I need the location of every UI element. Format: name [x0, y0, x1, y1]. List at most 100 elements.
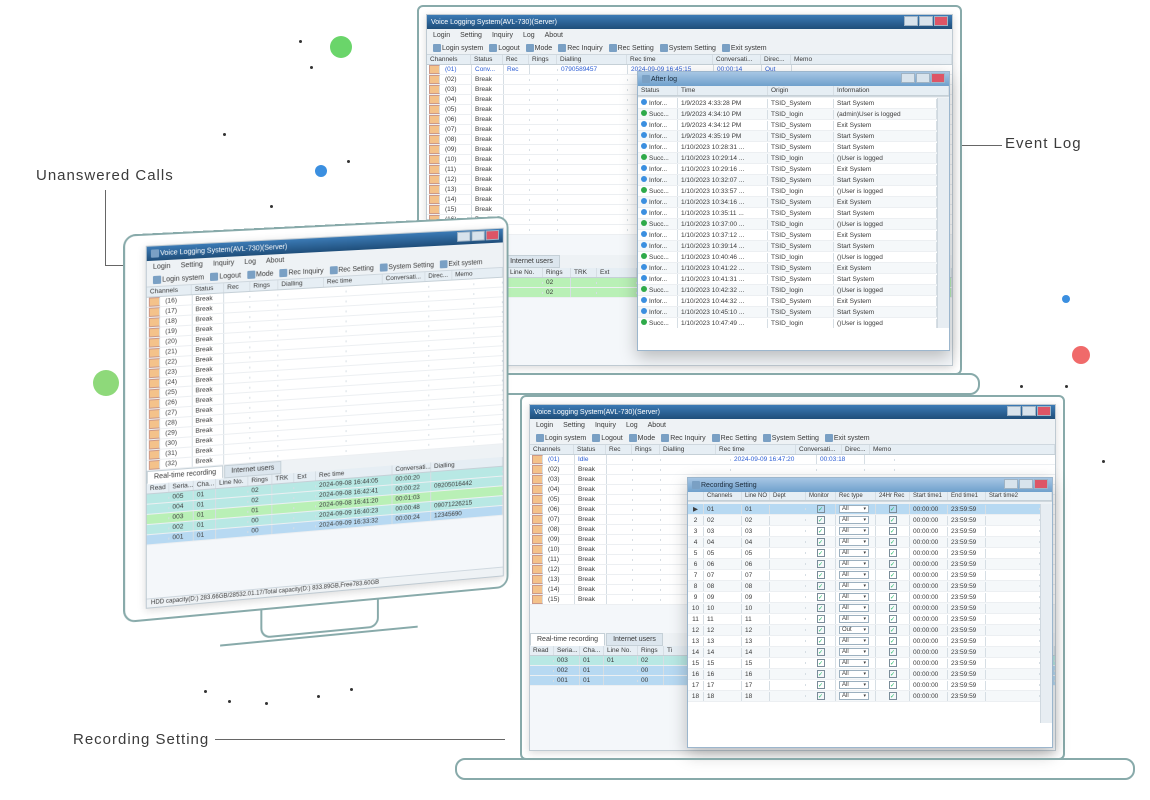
rectype-combo[interactable]: All▾: [839, 681, 869, 689]
monitor-checkbox[interactable]: ✓: [817, 659, 825, 667]
monitor-checkbox[interactable]: ✓: [817, 648, 825, 656]
log-row[interactable]: Infor...1/10/2023 10:28:31 ...TSID_Syste…: [638, 142, 937, 153]
log-row[interactable]: Succ...1/10/2023 10:47:49 ...TSID_login(…: [638, 318, 937, 328]
channel-row[interactable]: (01)Idle2024-09-09 16:47:2000:03:18: [530, 455, 1055, 465]
log-row[interactable]: Succ...1/10/2023 10:37:00 ...TSID_login(…: [638, 219, 937, 230]
log-row[interactable]: Infor...1/10/2023 10:37:12 ...TSID_Syste…: [638, 230, 937, 241]
rec-row[interactable]: 40404✓All▾✓00:00:0023:59:59: [688, 537, 1040, 548]
rectype-combo[interactable]: All▾: [839, 527, 869, 535]
h24-checkbox[interactable]: ✓: [889, 549, 897, 557]
h24-checkbox[interactable]: ✓: [889, 637, 897, 645]
rectype-combo[interactable]: All▾: [839, 670, 869, 678]
rec-row[interactable]: 101010✓All▾✓00:00:0023:59:59: [688, 603, 1040, 614]
rec-setting-grid[interactable]: ▶0101✓All▾✓00:00:0023:59:5920202✓All▾✓00…: [688, 504, 1040, 723]
rec-row[interactable]: 151515✓All▾✓00:00:0023:59:59: [688, 658, 1040, 669]
monitor-checkbox[interactable]: ✓: [817, 516, 825, 524]
h24-checkbox[interactable]: ✓: [889, 604, 897, 612]
rectype-combo[interactable]: All▾: [839, 582, 869, 590]
monitor-checkbox[interactable]: ✓: [817, 582, 825, 590]
log-row[interactable]: Infor...1/10/2023 10:32:07 ...TSID_Syste…: [638, 175, 937, 186]
window-controls[interactable]: [900, 73, 945, 85]
h24-checkbox[interactable]: ✓: [889, 516, 897, 524]
monitor-checkbox[interactable]: ✓: [817, 637, 825, 645]
rec-row[interactable]: 60606✓All▾✓00:00:0023:59:59: [688, 559, 1040, 570]
log-row[interactable]: Infor...1/10/2023 10:45:10 ...TSID_Syste…: [638, 307, 937, 318]
log-row[interactable]: Infor...1/9/2023 4:34:12 PMTSID_SystemEx…: [638, 120, 937, 131]
rectype-combo[interactable]: All▾: [839, 516, 869, 524]
monitor-checkbox[interactable]: ✓: [817, 527, 825, 535]
rec-row[interactable]: 90909✓All▾✓00:00:0023:59:59: [688, 592, 1040, 603]
monitor-checkbox[interactable]: ✓: [817, 505, 825, 513]
h24-checkbox[interactable]: ✓: [889, 582, 897, 590]
rectype-combo[interactable]: All▾: [839, 505, 869, 513]
window-controls[interactable]: [456, 230, 499, 244]
log-row[interactable]: Succ...1/10/2023 10:29:14 ...TSID_login(…: [638, 153, 937, 164]
log-row[interactable]: Infor...1/9/2023 4:35:19 PMTSID_SystemSt…: [638, 131, 937, 142]
rec-row[interactable]: 131313✓All▾✓00:00:0023:59:59: [688, 636, 1040, 647]
h24-checkbox[interactable]: ✓: [889, 571, 897, 579]
h24-checkbox[interactable]: ✓: [889, 626, 897, 634]
log-row[interactable]: Infor...1/10/2023 10:39:14 ...TSID_Syste…: [638, 241, 937, 252]
rectype-combo[interactable]: All▾: [839, 659, 869, 667]
rectype-combo[interactable]: All▾: [839, 692, 869, 700]
h24-checkbox[interactable]: ✓: [889, 505, 897, 513]
rectype-combo[interactable]: All▾: [839, 571, 869, 579]
h24-checkbox[interactable]: ✓: [889, 527, 897, 535]
window-controls[interactable]: [1003, 479, 1048, 491]
toolbar[interactable]: Login system Logout Mode Rec Inquiry Rec…: [427, 42, 952, 55]
monitor-checkbox[interactable]: ✓: [817, 670, 825, 678]
menu-bar[interactable]: LoginSettingInquiryLogAbout: [530, 419, 1055, 432]
rectype-combo[interactable]: All▾: [839, 549, 869, 557]
h24-checkbox[interactable]: ✓: [889, 538, 897, 546]
h24-checkbox[interactable]: ✓: [889, 659, 897, 667]
h24-checkbox[interactable]: ✓: [889, 648, 897, 656]
rec-row[interactable]: 121212✓Out▾✓00:00:0023:59:59: [688, 625, 1040, 636]
rec-row[interactable]: ▶0101✓All▾✓00:00:0023:59:59: [688, 504, 1040, 515]
rec-row[interactable]: 70707✓All▾✓00:00:0023:59:59: [688, 570, 1040, 581]
monitor-checkbox[interactable]: ✓: [817, 692, 825, 700]
monitor-checkbox[interactable]: ✓: [817, 571, 825, 579]
log-row[interactable]: Infor...1/10/2023 10:41:31 ...TSID_Syste…: [638, 274, 937, 285]
log-row[interactable]: Infor...1/9/2023 4:33:28 PMTSID_SystemSt…: [638, 98, 937, 109]
rectype-combo[interactable]: All▾: [839, 648, 869, 656]
rec-row[interactable]: 20202✓All▾✓00:00:0023:59:59: [688, 515, 1040, 526]
rec-row[interactable]: 30303✓All▾✓00:00:0023:59:59: [688, 526, 1040, 537]
after-log-grid[interactable]: Infor...1/9/2023 4:33:28 PMTSID_SystemSt…: [638, 98, 937, 328]
monitor-checkbox[interactable]: ✓: [817, 549, 825, 557]
rec-row[interactable]: 161616✓All▾✓00:00:0023:59:59: [688, 669, 1040, 680]
monitor-checkbox[interactable]: ✓: [817, 615, 825, 623]
rectype-combo[interactable]: All▾: [839, 637, 869, 645]
channel-row[interactable]: (02)Break: [530, 465, 1055, 475]
rec-row[interactable]: 80808✓All▾✓00:00:0023:59:59: [688, 581, 1040, 592]
h24-checkbox[interactable]: ✓: [889, 681, 897, 689]
monitor-checkbox[interactable]: ✓: [817, 681, 825, 689]
rec-row[interactable]: 50505✓All▾✓00:00:0023:59:59: [688, 548, 1040, 559]
rec-row[interactable]: 181818✓All▾✓00:00:0023:59:59: [688, 691, 1040, 702]
rectype-combo[interactable]: All▾: [839, 538, 869, 546]
monitor-checkbox[interactable]: ✓: [817, 593, 825, 601]
window-controls[interactable]: [903, 16, 948, 28]
log-row[interactable]: Succ...1/9/2023 4:34:10 PMTSID_login(adm…: [638, 109, 937, 120]
rec-row[interactable]: 141414✓All▾✓00:00:0023:59:59: [688, 647, 1040, 658]
rectype-combo[interactable]: All▾: [839, 560, 869, 568]
rectype-combo[interactable]: All▾: [839, 615, 869, 623]
log-row[interactable]: Succ...1/10/2023 10:33:57 ...TSID_login(…: [638, 186, 937, 197]
toolbar[interactable]: Login system Logout Mode Rec Inquiry Rec…: [530, 432, 1055, 445]
h24-checkbox[interactable]: ✓: [889, 670, 897, 678]
monitor-checkbox[interactable]: ✓: [817, 538, 825, 546]
log-row[interactable]: Infor...1/10/2023 10:29:16 ...TSID_Syste…: [638, 164, 937, 175]
window-controls[interactable]: [1006, 406, 1051, 418]
scrollbar[interactable]: [1040, 504, 1052, 723]
h24-checkbox[interactable]: ✓: [889, 560, 897, 568]
rec-row[interactable]: 111111✓All▾✓00:00:0023:59:59: [688, 614, 1040, 625]
log-row[interactable]: Infor...1/10/2023 10:44:32 ...TSID_Syste…: [638, 296, 937, 307]
rectype-combo[interactable]: All▾: [839, 604, 869, 612]
log-row[interactable]: Infor...1/10/2023 10:41:22 ...TSID_Syste…: [638, 263, 937, 274]
h24-checkbox[interactable]: ✓: [889, 615, 897, 623]
menu-bar[interactable]: LoginSettingInquiryLogAbout: [427, 29, 952, 42]
monitor-checkbox[interactable]: ✓: [817, 560, 825, 568]
log-row[interactable]: Succ...1/10/2023 10:42:32 ...TSID_login(…: [638, 285, 937, 296]
log-row[interactable]: Succ...1/10/2023 10:40:46 ...TSID_login(…: [638, 252, 937, 263]
h24-checkbox[interactable]: ✓: [889, 692, 897, 700]
h24-checkbox[interactable]: ✓: [889, 593, 897, 601]
